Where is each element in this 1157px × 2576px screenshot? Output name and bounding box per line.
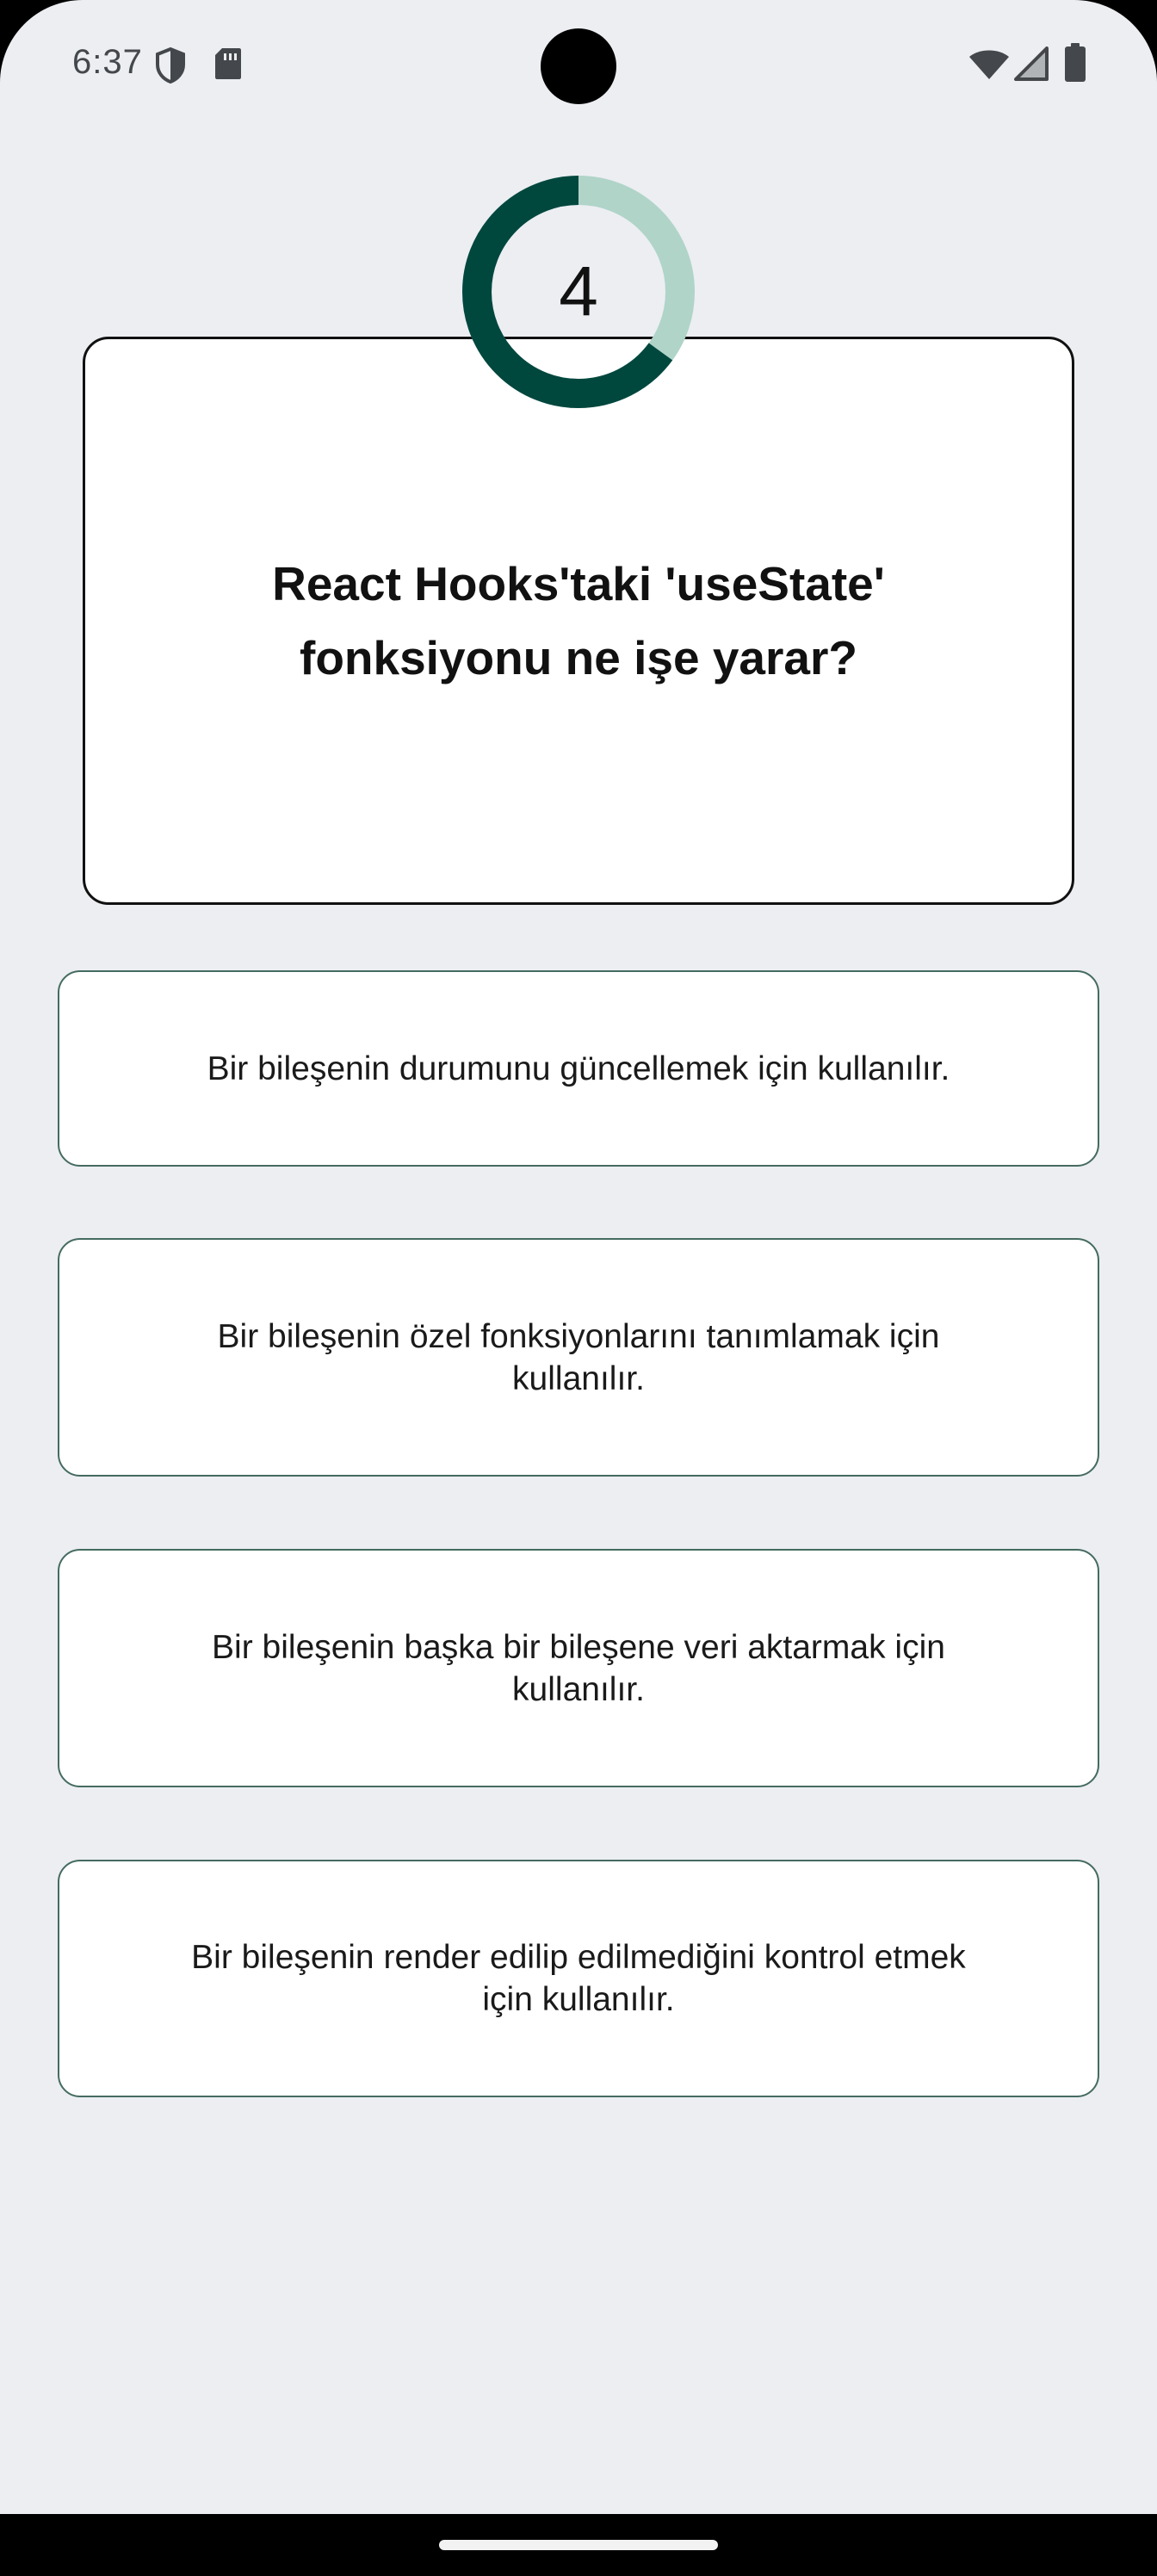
- wifi-icon: [968, 46, 1011, 85]
- answer-option-label: Bir bileşenin başka bir bileşene veri ak…: [212, 1628, 945, 1708]
- status-time: 6:37: [72, 43, 143, 81]
- question-card: React Hooks'taki 'useState' fonksiyonu n…: [83, 337, 1074, 905]
- answer-option-label: Bir bileşenin render edilip edilmediğini…: [191, 1939, 966, 2018]
- status-bar: 6:37: [0, 0, 1157, 129]
- camera-cutout: [541, 28, 616, 104]
- countdown-timer: 4: [461, 175, 696, 409]
- answer-option-4[interactable]: Bir bileşenin render edilip edilmediğini…: [58, 1860, 1099, 2097]
- answer-option-label: Bir bileşenin durumunu güncellemek için …: [207, 1050, 950, 1087]
- sd-card-icon: [213, 46, 243, 85]
- shield-icon: [153, 46, 188, 89]
- answer-option-2[interactable]: Bir bileşenin özel fonksiyonlarını tanım…: [58, 1238, 1099, 1477]
- timer-value: 4: [559, 252, 598, 331]
- cell-signal-icon: [1014, 46, 1049, 85]
- question-text: React Hooks'taki 'useState' fonksiyonu n…: [272, 557, 885, 684]
- quiz-screen: 6:37 4 React Hooks'taki 'useState' fonks…: [0, 0, 1157, 2514]
- answer-option-label: Bir bileşenin özel fonksiyonlarını tanım…: [217, 1317, 940, 1397]
- battery-icon: [1064, 43, 1086, 87]
- answer-option-3[interactable]: Bir bileşenin başka bir bileşene veri ak…: [58, 1549, 1099, 1787]
- navigation-handle[interactable]: [439, 2540, 718, 2550]
- answer-option-1[interactable]: Bir bileşenin durumunu güncellemek için …: [58, 970, 1099, 1167]
